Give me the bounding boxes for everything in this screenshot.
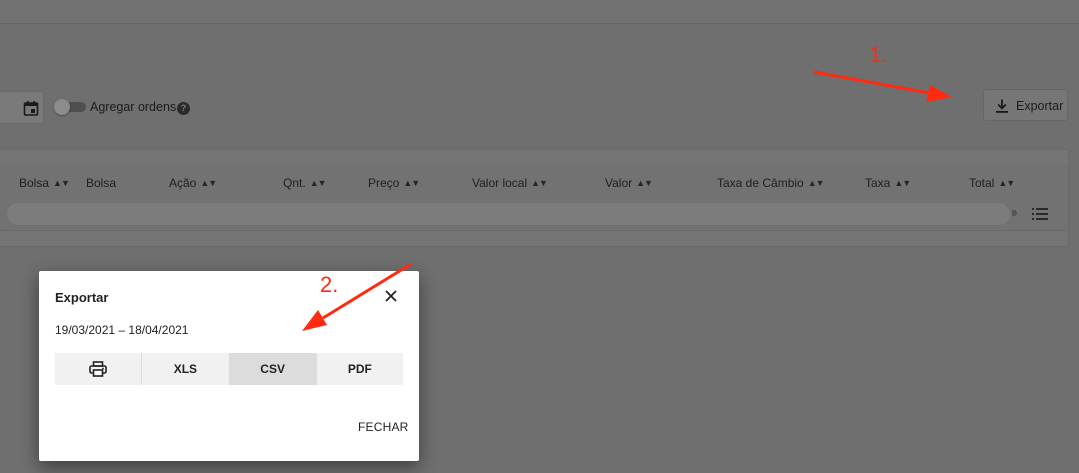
column-header-taxa-cambio[interactable]: Taxa de Câmbio ▲▼ xyxy=(717,176,825,190)
aggregate-orders-label: Agregar ordens xyxy=(90,100,177,114)
print-icon xyxy=(89,361,107,377)
close-dialog-button[interactable]: FECHAR xyxy=(358,420,409,434)
column-header-valor-local[interactable]: Valor local ▲▼ xyxy=(472,176,548,190)
column-header-acao[interactable]: Ação ▲▼ xyxy=(169,176,217,190)
sort-icon: ▲▼ xyxy=(309,178,327,188)
column-header-preco[interactable]: Preço ▲▼ xyxy=(368,176,420,190)
row-expand-icon[interactable] xyxy=(1012,210,1017,216)
annotation-step-1: 1. xyxy=(869,42,888,67)
aggregate-orders-toggle[interactable] xyxy=(54,99,86,115)
column-header-bolsa-sort[interactable]: Bolsa ▲▼ xyxy=(19,176,70,190)
table-row xyxy=(0,199,1069,231)
export-date-range: 19/03/2021 – 18/04/2021 xyxy=(55,323,189,337)
column-header-qnt[interactable]: Qnt. ▲▼ xyxy=(283,176,327,190)
export-xls-button[interactable]: XLS xyxy=(141,353,229,385)
annotation-arrowhead-1 xyxy=(926,85,952,102)
column-header-bolsa: Bolsa xyxy=(86,176,117,190)
app-top-bar xyxy=(0,0,1079,24)
download-icon xyxy=(996,99,1008,113)
list-icon[interactable] xyxy=(1032,207,1048,221)
dialog-title: Exportar xyxy=(55,290,109,305)
toggle-thumb xyxy=(54,99,70,115)
export-button-label: Exportar xyxy=(1016,99,1064,113)
table-header-spacer xyxy=(0,149,1069,165)
help-icon[interactable]: ? xyxy=(177,102,190,115)
sort-icon: ▲▼ xyxy=(531,178,548,188)
table-header: Bolsa ▲▼ Bolsa Ação ▲▼ Qnt. ▲▼ Preço ▲▼ Valo… xyxy=(0,165,1069,199)
export-format-selector: XLS CSV PDF xyxy=(55,353,403,385)
column-header-total[interactable]: Total ▲▼ xyxy=(969,176,1015,190)
close-icon[interactable] xyxy=(384,289,398,303)
sort-icon: ▲▼ xyxy=(894,178,911,188)
sort-icon: ▲▼ xyxy=(636,178,653,188)
export-csv-button[interactable]: CSV xyxy=(228,353,316,385)
table-footer xyxy=(0,231,1069,247)
sort-icon: ▲▼ xyxy=(807,178,825,188)
export-button[interactable]: Exportar xyxy=(983,89,1068,121)
annotation-arrow-1 xyxy=(813,70,931,95)
column-header-valor[interactable]: Valor ▲▼ xyxy=(605,176,653,190)
loading-skeleton xyxy=(7,203,1010,225)
sort-icon: ▲▼ xyxy=(998,178,1015,188)
export-pdf-button[interactable]: PDF xyxy=(315,353,403,385)
export-dialog: Exportar 19/03/2021 – 18/04/2021 XLS CSV… xyxy=(39,271,419,461)
annotation-step-2: 2. xyxy=(320,272,339,297)
sort-icon: ▲▼ xyxy=(403,178,420,188)
sort-icon: ▲▼ xyxy=(53,178,70,188)
sort-icon: ▲▼ xyxy=(200,178,217,188)
calendar-icon[interactable] xyxy=(23,100,39,116)
column-header-taxa[interactable]: Taxa ▲▼ xyxy=(865,176,911,190)
print-button[interactable] xyxy=(55,353,142,385)
